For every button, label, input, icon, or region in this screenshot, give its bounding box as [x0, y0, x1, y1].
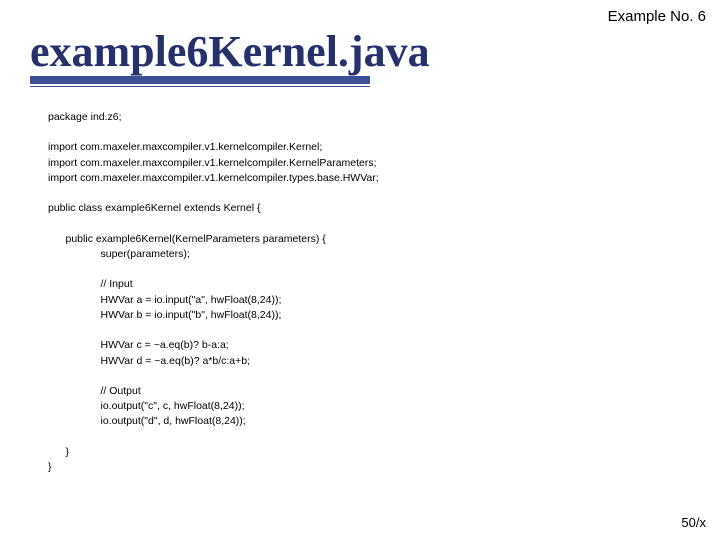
code-line: HWVar d = ~a.eq(b)? a*b/c:a+b;: [48, 355, 250, 367]
title-underline-bar: [30, 76, 370, 84]
code-line: import com.maxeler.maxcompiler.v1.kernel…: [48, 157, 377, 169]
code-line: HWVar b = io.input("b", hwFloat(8,24));: [48, 309, 281, 321]
code-line: // Input: [48, 278, 133, 290]
code-line: import com.maxeler.maxcompiler.v1.kernel…: [48, 141, 322, 153]
code-line: super(parameters);: [48, 248, 190, 260]
page-number: 50/x: [681, 515, 706, 530]
code-line: }: [48, 461, 52, 473]
code-line: io.output("c", c, hwFloat(8,24));: [48, 400, 245, 412]
code-line: HWVar c = ~a.eq(b)? b-a:a;: [48, 339, 229, 351]
code-line: HWVar a = io.input("a", hwFloat(8,24));: [48, 294, 281, 306]
code-line: }: [48, 446, 69, 458]
code-line: io.output("d", d, hwFloat(8,24));: [48, 415, 246, 427]
title-block: example6Kernel.java: [30, 30, 430, 87]
page-title: example6Kernel.java: [30, 30, 430, 74]
code-line: // Output: [48, 385, 141, 397]
code-listing: package ind.z6; import com.maxeler.maxco…: [48, 110, 379, 475]
code-line: package ind.z6;: [48, 111, 122, 123]
code-line: import com.maxeler.maxcompiler.v1.kernel…: [48, 172, 379, 184]
code-line: public class example6Kernel extends Kern…: [48, 202, 260, 214]
code-line: public example6Kernel(KernelParameters p…: [48, 233, 326, 245]
title-thin-line: [30, 86, 370, 87]
slide-context-label: Example No. 6: [608, 8, 706, 25]
